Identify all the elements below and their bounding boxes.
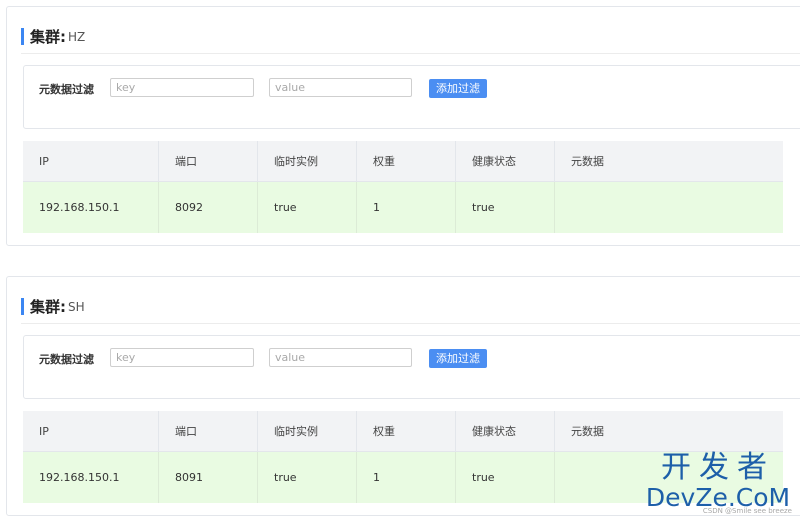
filter-value-input[interactable] — [269, 78, 412, 97]
cluster-header: 集群: HZ — [21, 25, 85, 47]
cluster-accent-bar — [21, 297, 24, 315]
column-header-metadata: 元数据 — [554, 411, 783, 452]
watermark-logo: 开发者 DevZe.CoM — [640, 452, 796, 512]
filter-value-input[interactable] — [269, 348, 412, 367]
header-divider — [21, 323, 800, 324]
cell-weight: 1 — [356, 181, 456, 233]
metadata-filter-panel: 元数据过滤 添加过滤 — [23, 65, 800, 129]
cell-health: true — [455, 451, 555, 503]
cluster-header: 集群: SH — [21, 295, 85, 317]
cluster-name: HZ — [68, 30, 86, 44]
header-divider — [21, 53, 800, 54]
instance-table: IP 端口 临时实例 权重 健康状态 元数据 192.168.150.1 809… — [23, 141, 783, 233]
cell-port: 8092 — [158, 181, 258, 233]
cell-ip: 192.168.150.1 — [23, 451, 159, 503]
watermark-line-cn: 开发者 — [661, 450, 775, 485]
add-filter-button[interactable]: 添加过滤 — [429, 349, 487, 368]
column-header-health: 健康状态 — [455, 411, 555, 452]
metadata-filter-label: 元数据过滤 — [39, 353, 94, 366]
metadata-filter-panel: 元数据过滤 添加过滤 — [23, 335, 800, 399]
column-header-ip: IP — [23, 411, 159, 452]
cluster-card-hz: 集群: HZ 元数据过滤 添加过滤 IP 端口 临时实例 权重 健康状态 元数据… — [6, 6, 800, 246]
column-header-ephemeral: 临时实例 — [257, 411, 357, 452]
cluster-title-label: 集群: — [30, 27, 66, 46]
table-header-row: IP 端口 临时实例 权重 健康状态 元数据 — [23, 411, 783, 452]
filter-key-input[interactable] — [110, 78, 254, 97]
table-row: 192.168.150.1 8092 true 1 true — [23, 181, 783, 233]
column-header-weight: 权重 — [356, 141, 456, 182]
cell-metadata — [554, 181, 783, 233]
cell-ephemeral: true — [257, 181, 357, 233]
column-header-port: 端口 — [158, 141, 258, 182]
cell-ip: 192.168.150.1 — [23, 181, 159, 233]
cell-port: 8091 — [158, 451, 258, 503]
cell-ephemeral: true — [257, 451, 357, 503]
cell-health: true — [455, 181, 555, 233]
column-header-metadata: 元数据 — [554, 141, 783, 182]
cluster-name: SH — [68, 300, 85, 314]
cluster-accent-bar — [21, 27, 24, 45]
add-filter-button[interactable]: 添加过滤 — [429, 79, 487, 98]
column-header-health: 健康状态 — [455, 141, 555, 182]
cluster-title-label: 集群: — [30, 297, 66, 316]
metadata-filter-label: 元数据过滤 — [39, 83, 94, 96]
cell-weight: 1 — [356, 451, 456, 503]
column-header-weight: 权重 — [356, 411, 456, 452]
column-header-ip: IP — [23, 141, 159, 182]
column-header-port: 端口 — [158, 411, 258, 452]
column-header-ephemeral: 临时实例 — [257, 141, 357, 182]
source-credit: CSDN @Smile see breeze — [702, 507, 792, 515]
table-header-row: IP 端口 临时实例 权重 健康状态 元数据 — [23, 141, 783, 182]
filter-key-input[interactable] — [110, 348, 254, 367]
